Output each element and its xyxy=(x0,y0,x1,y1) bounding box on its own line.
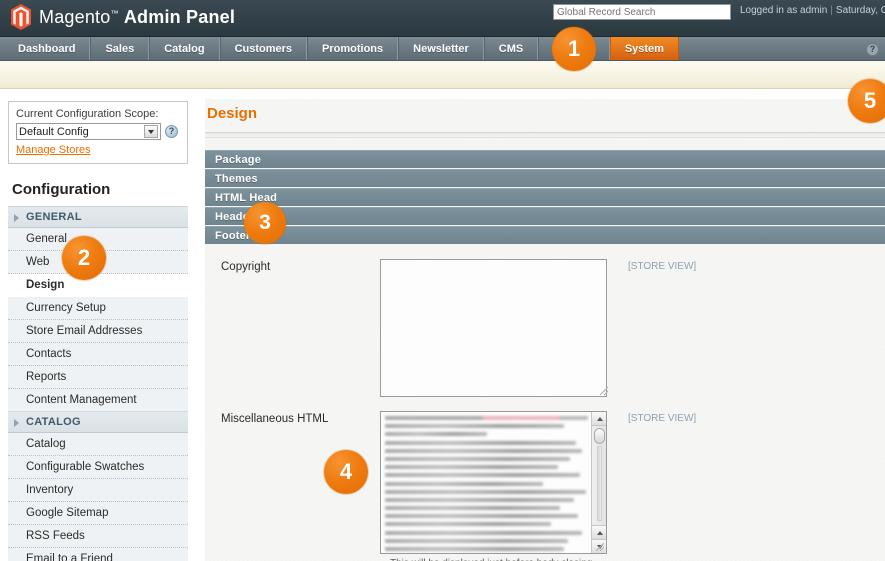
title-divider xyxy=(205,132,885,138)
scrollbar-thumb[interactable] xyxy=(594,428,605,444)
sidebar-item-currency-setup[interactable]: Currency Setup xyxy=(8,297,188,320)
nav-item-dashboard[interactable]: Dashboard xyxy=(0,37,91,60)
magento-logo[interactable]: Magento™ Admin Panel xyxy=(10,4,235,30)
sidebar-group-general[interactable]: GENERAL xyxy=(8,207,188,228)
field-label-miscellaneous-html: Miscellaneous HTML xyxy=(221,413,329,425)
redacted-content xyxy=(385,416,588,553)
scrollbar-track[interactable] xyxy=(597,446,602,521)
field-row-miscellaneous-html: Miscellaneous HTML [STORE VIEW] xyxy=(205,411,885,561)
sidebar-item-email-to-a-friend[interactable]: Email to a Friend xyxy=(8,548,188,561)
nav-item-sales[interactable]: Sales xyxy=(90,37,150,60)
field-row-copyright: Copyright [STORE VIEW] xyxy=(205,259,885,397)
copyright-textarea-wrap xyxy=(380,259,610,397)
sidebar-item-catalog[interactable]: Catalog xyxy=(8,433,188,456)
sidebar-item-rss-feeds[interactable]: RSS Feeds xyxy=(8,525,188,548)
step-badge-1: 1 xyxy=(552,27,596,71)
message-band xyxy=(0,61,885,89)
magento-admin-page: Magento™ Admin Panel Logged in as admin|… xyxy=(0,0,885,561)
accordion-section-themes[interactable]: Themes xyxy=(205,169,885,187)
sidebar-item-reports[interactable]: Reports xyxy=(8,366,188,389)
manage-stores-link[interactable]: Manage Stores xyxy=(16,144,91,156)
configuration-heading: Configuration xyxy=(12,181,111,198)
accordion-section-footer[interactable]: Footer xyxy=(205,226,885,244)
scope-label: Current Configuration Scope: xyxy=(16,108,159,120)
help-icon[interactable]: ? xyxy=(866,42,879,56)
step-badge-5: 5 xyxy=(848,79,885,123)
scope-select-value: Default Config xyxy=(19,125,89,138)
scroll-up-arrow-icon[interactable] xyxy=(592,412,606,426)
scroll-down-arrow-icon[interactable] xyxy=(592,539,606,553)
sidebar-group-catalog[interactable]: CATALOG xyxy=(8,412,188,433)
scope-row: Default Config ? xyxy=(16,123,180,140)
main-content-area: Design Package Themes HTML Head Header F… xyxy=(205,99,885,561)
main-navigation-bar: Dashboard Sales Catalog Customers Promot… xyxy=(0,37,885,61)
step-badge-2: 2 xyxy=(62,236,106,280)
current-date-text: Saturday, Oct xyxy=(835,5,885,16)
global-search-input[interactable] xyxy=(553,4,731,20)
nav-item-customers[interactable]: Customers xyxy=(219,37,308,60)
field-control-miscellaneous-html: This will be displayed just before body … xyxy=(380,411,610,561)
logo-text: Magento™ Admin Panel xyxy=(39,7,235,28)
scope-note-copyright: [STORE VIEW] xyxy=(628,261,697,272)
footer-fieldset: Copyright [STORE VIEW] Miscellaneous HTM… xyxy=(205,245,885,561)
scope-select[interactable]: Default Config xyxy=(16,123,161,140)
configuration-scope-box: Current Configuration Scope: Default Con… xyxy=(8,101,188,164)
logo-brand: Magento xyxy=(39,6,111,27)
scope-note-miscellaneous-html: [STORE VIEW] xyxy=(628,413,697,424)
login-info: Logged in as admin|Saturday, Oct xyxy=(740,5,885,16)
miscellaneous-html-textarea[interactable] xyxy=(380,411,607,554)
scroll-up-arrow-icon-2[interactable] xyxy=(592,525,606,539)
login-separator: | xyxy=(830,5,833,16)
page-body: Current Configuration Scope: Default Con… xyxy=(0,89,885,561)
copyright-textarea[interactable] xyxy=(380,259,607,397)
magento-hexagon-logo-icon xyxy=(11,4,31,30)
field-control-copyright xyxy=(380,259,610,397)
left-sidebar: Current Configuration Scope: Default Con… xyxy=(8,101,188,561)
sidebar-item-inventory[interactable]: Inventory xyxy=(8,479,188,502)
nav-item-system[interactable]: System xyxy=(609,37,679,60)
nav-item-newsletter[interactable]: Newsletter xyxy=(398,37,484,60)
sidebar-item-google-sitemap[interactable]: Google Sitemap xyxy=(8,502,188,525)
nav-item-catalog[interactable]: Catalog xyxy=(149,37,220,60)
sidebar-item-configurable-swatches[interactable]: Configurable Swatches xyxy=(8,456,188,479)
sidebar-item-design[interactable]: Design xyxy=(8,274,188,297)
logo-admin-label: Admin Panel xyxy=(123,6,236,27)
step-badge-3: 3 xyxy=(244,202,286,244)
sidebar-item-content-management[interactable]: Content Management xyxy=(8,389,188,411)
sidebar-item-store-email-addresses[interactable]: Store Email Addresses xyxy=(8,320,188,343)
logged-in-as-text: Logged in as admin xyxy=(740,5,828,16)
top-header-bar: Magento™ Admin Panel Logged in as admin|… xyxy=(0,0,885,37)
page-title: Design xyxy=(207,105,258,122)
accordion-section-package[interactable]: Package xyxy=(205,150,885,168)
nav-item-cms[interactable]: CMS xyxy=(483,37,539,60)
logo-trademark: ™ xyxy=(110,8,119,18)
sidebar-group-catalog-items: Catalog Configurable Swatches Inventory … xyxy=(8,433,188,561)
step-badge-4: 4 xyxy=(324,450,368,494)
design-accordion: Package Themes HTML Head Header Footer xyxy=(205,150,885,244)
scope-help-icon[interactable]: ? xyxy=(165,125,178,138)
chevron-down-icon[interactable] xyxy=(144,125,158,138)
nav-item-promotions[interactable]: Promotions xyxy=(307,37,399,60)
textarea-vertical-scrollbar[interactable] xyxy=(591,412,606,553)
accordion-section-header[interactable]: Header xyxy=(205,207,885,225)
nav-right-tools: ? xyxy=(866,37,881,61)
sidebar-item-contacts[interactable]: Contacts xyxy=(8,343,188,366)
accordion-section-html-head[interactable]: HTML Head xyxy=(205,188,885,206)
field-label-copyright: Copyright xyxy=(221,261,271,273)
